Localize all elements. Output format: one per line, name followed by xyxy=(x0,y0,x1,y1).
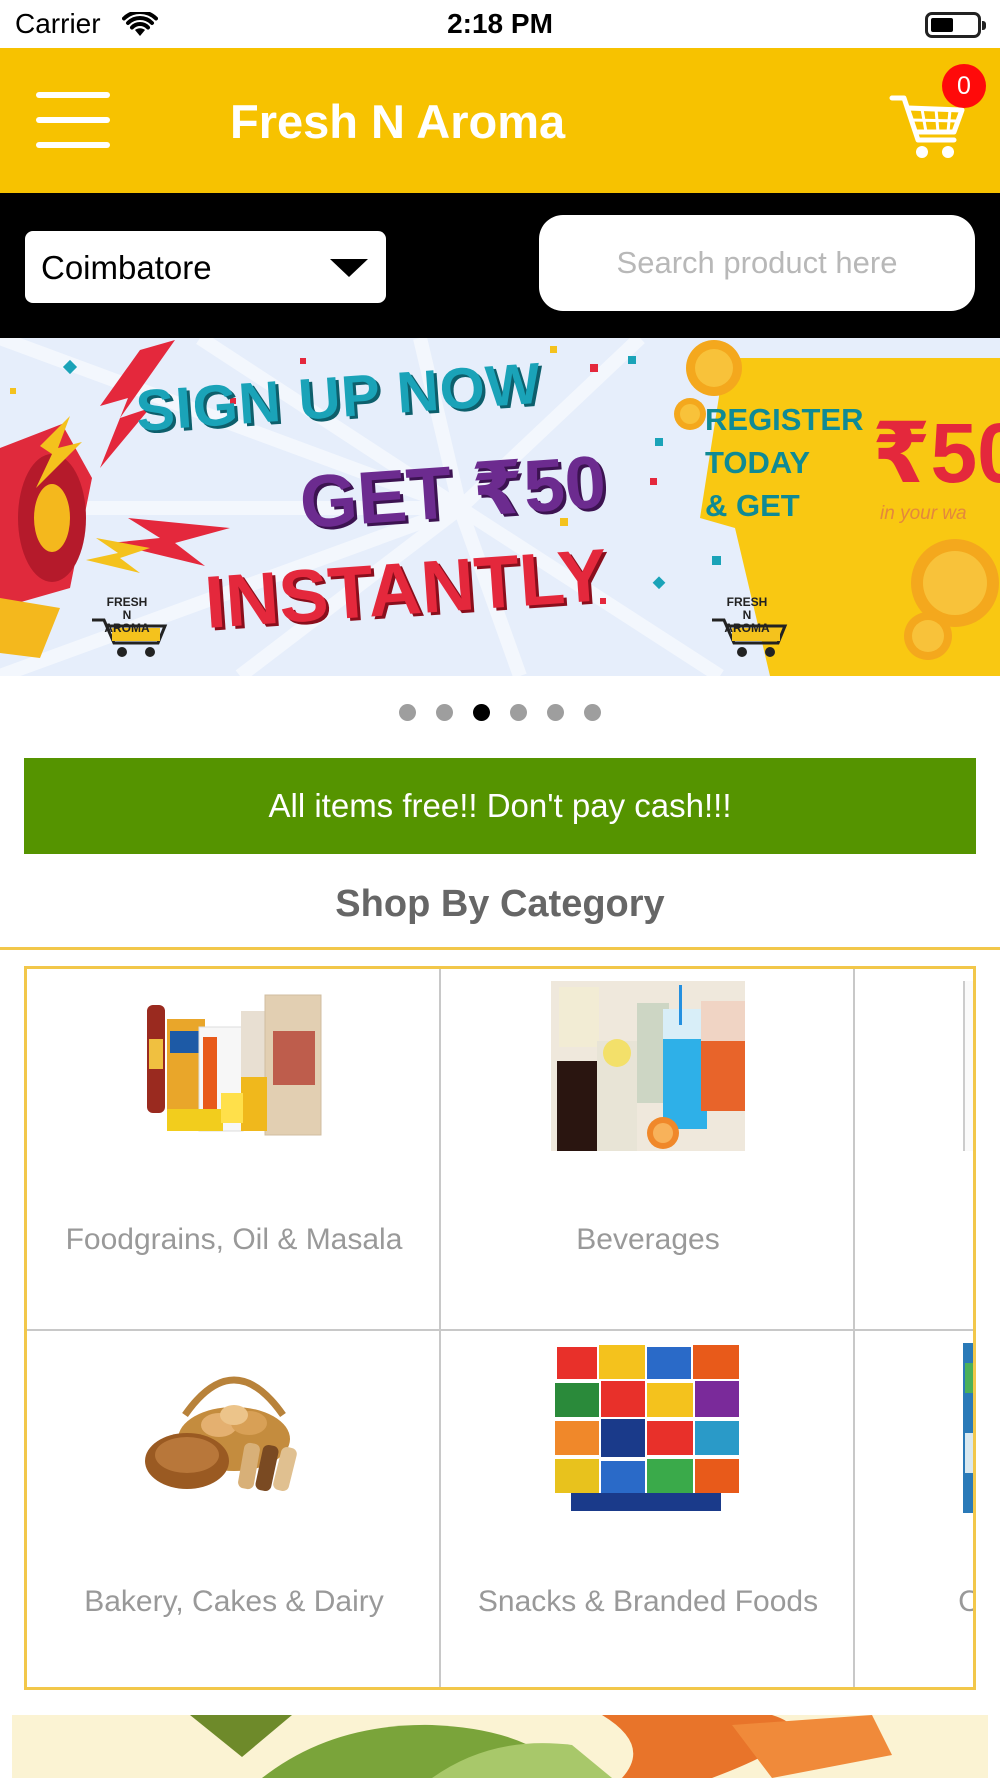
partial-image xyxy=(963,981,973,1151)
brand-logo: FRESH N AROMA xyxy=(724,595,770,635)
category-item[interactable]: Beverages xyxy=(441,969,855,1331)
battery-icon xyxy=(925,12,986,38)
grocery-products-image xyxy=(137,981,331,1151)
bread-basket-image xyxy=(137,1343,331,1513)
hamburger-menu-icon[interactable] xyxy=(36,92,110,148)
category-grid: Foodgrains, Oil & Masala Beverages Be xyxy=(24,966,976,1690)
banner-register-line: REGISTER xyxy=(705,402,864,437)
vegetable-banner-image xyxy=(190,1715,892,1778)
pager-dot[interactable] xyxy=(547,704,564,721)
banner-pager xyxy=(0,704,1000,722)
promo-notice[interactable]: All items free!! Don't pay cash!!! xyxy=(24,758,976,854)
pager-dot-active[interactable] xyxy=(473,704,490,721)
drinks-glasses-image xyxy=(551,981,745,1151)
category-label: Be xyxy=(855,1223,973,1257)
status-time: 2:18 PM xyxy=(447,8,553,39)
category-label: Bakery, Cakes & Dairy xyxy=(84,1585,384,1618)
category-item[interactable]: Clear xyxy=(855,1331,973,1687)
cart-count-badge: 0 xyxy=(942,64,986,108)
search-input[interactable] xyxy=(539,215,975,311)
app-title: Fresh N Aroma xyxy=(230,95,566,148)
banner-amount: ₹50 xyxy=(872,406,1000,500)
vegetable-banner[interactable] xyxy=(12,1715,988,1778)
pager-dot[interactable] xyxy=(584,704,601,721)
category-item[interactable]: Be xyxy=(855,969,973,1331)
status-bar: Carrier 2:18 PM xyxy=(0,0,1000,48)
category-label: Snacks & Branded Foods xyxy=(477,1585,819,1618)
city-dropdown[interactable]: Coimbatore xyxy=(25,231,386,303)
brand-logo: FRESH N AROMA xyxy=(104,595,150,635)
chevron-down-icon xyxy=(330,259,368,277)
pager-dot[interactable] xyxy=(399,704,416,721)
banner-register-text: REGISTER TODAY & GET xyxy=(705,398,863,527)
promo-banner[interactable]: SIGN UP NOW GET ₹50 INSTANTLY REGISTER T… xyxy=(0,338,1000,676)
category-label: Clear xyxy=(855,1585,973,1619)
category-item[interactable]: Bakery, Cakes & Dairy xyxy=(27,1331,441,1687)
category-label: Beverages xyxy=(576,1223,720,1256)
category-item[interactable]: Snacks & Branded Foods xyxy=(441,1331,855,1687)
category-label: Foodgrains, Oil & Masala xyxy=(65,1223,403,1256)
pager-dot[interactable] xyxy=(436,704,453,721)
category-item[interactable]: Foodgrains, Oil & Masala xyxy=(27,969,441,1331)
banner-register-line: TODAY xyxy=(705,445,811,480)
app-header: Fresh N Aroma 0 xyxy=(0,48,1000,193)
banner-wallet-text: in your wa xyxy=(880,503,967,524)
banner-register-line: & GET xyxy=(705,488,800,523)
city-dropdown-value: Coimbatore xyxy=(41,249,212,286)
snack-packs-image xyxy=(551,1343,745,1513)
divider xyxy=(0,947,1000,950)
partial-image xyxy=(963,1343,973,1513)
pager-dot[interactable] xyxy=(510,704,527,721)
section-title: Shop By Category xyxy=(335,883,665,925)
location-search-bar: Coimbatore xyxy=(0,193,1000,338)
